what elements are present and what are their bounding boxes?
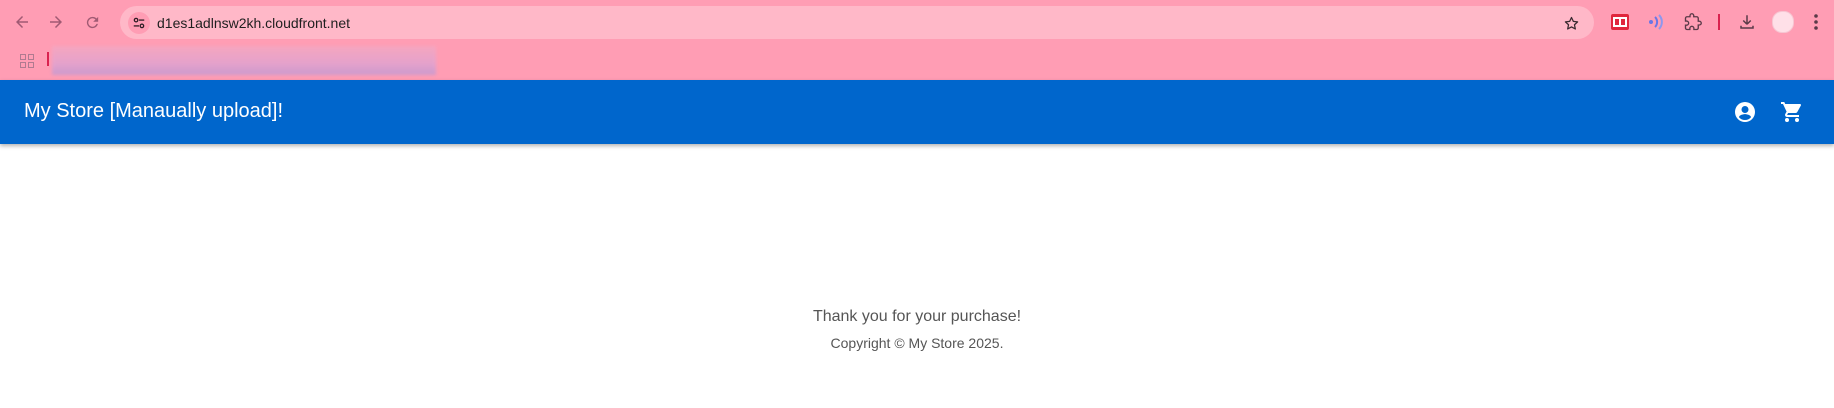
browser-menu-button[interactable] — [1804, 8, 1828, 36]
toolbar-divider — [1718, 14, 1720, 30]
blurred-bookmarks — [52, 46, 436, 75]
bookmarks-divider — [47, 52, 49, 66]
thank-you-message: Thank you for your purchase! — [812, 308, 1022, 325]
download-icon — [1740, 15, 1754, 29]
arrow-left-icon — [16, 16, 28, 28]
url-text[interactable]: d1es1adlnsw2kh.cloudfront.net — [157, 15, 350, 31]
fe-extension-icon — [1611, 14, 1629, 30]
shopping-cart-icon — [1781, 102, 1802, 122]
extensions-button[interactable] — [1679, 8, 1707, 36]
bookmark-star-button[interactable] — [1560, 12, 1582, 34]
cart-button[interactable] — [1776, 96, 1808, 128]
arrow-right-icon — [50, 16, 62, 28]
account-button[interactable] — [1729, 96, 1761, 128]
reload-icon — [86, 16, 98, 28]
bookmarks-bar — [0, 44, 1834, 78]
address-bar[interactable]: d1es1adlnsw2kh.cloudfront.net — [120, 6, 1594, 39]
account-circle-icon — [1735, 102, 1755, 122]
profile-button[interactable] — [1769, 8, 1797, 36]
audio-extension-icon — [1649, 14, 1663, 30]
copyright-text: Copyright © My Store 2025. — [830, 335, 1004, 351]
reload-button[interactable] — [78, 8, 106, 36]
apps-button[interactable] — [16, 50, 38, 72]
extension-audio-button[interactable] — [1642, 8, 1670, 36]
downloads-button[interactable] — [1733, 8, 1761, 36]
puzzle-icon — [1684, 13, 1702, 31]
extension-fe-button[interactable] — [1606, 8, 1634, 36]
back-button[interactable] — [8, 8, 36, 36]
forward-button[interactable] — [42, 8, 70, 36]
site-info-button[interactable] — [128, 12, 150, 34]
store-title[interactable]: My Store [Manaually upload]! — [24, 100, 283, 123]
star-icon — [1564, 16, 1578, 30]
profile-avatar — [1772, 11, 1794, 33]
tune-icon — [133, 17, 145, 29]
app-header: My Store [Manaually upload]! — [0, 80, 1834, 144]
apps-grid-icon — [20, 54, 34, 68]
kebab-menu-icon — [1814, 14, 1818, 30]
browser-toolbar: d1es1adlnsw2kh.cloudfront.net — [0, 0, 1834, 80]
